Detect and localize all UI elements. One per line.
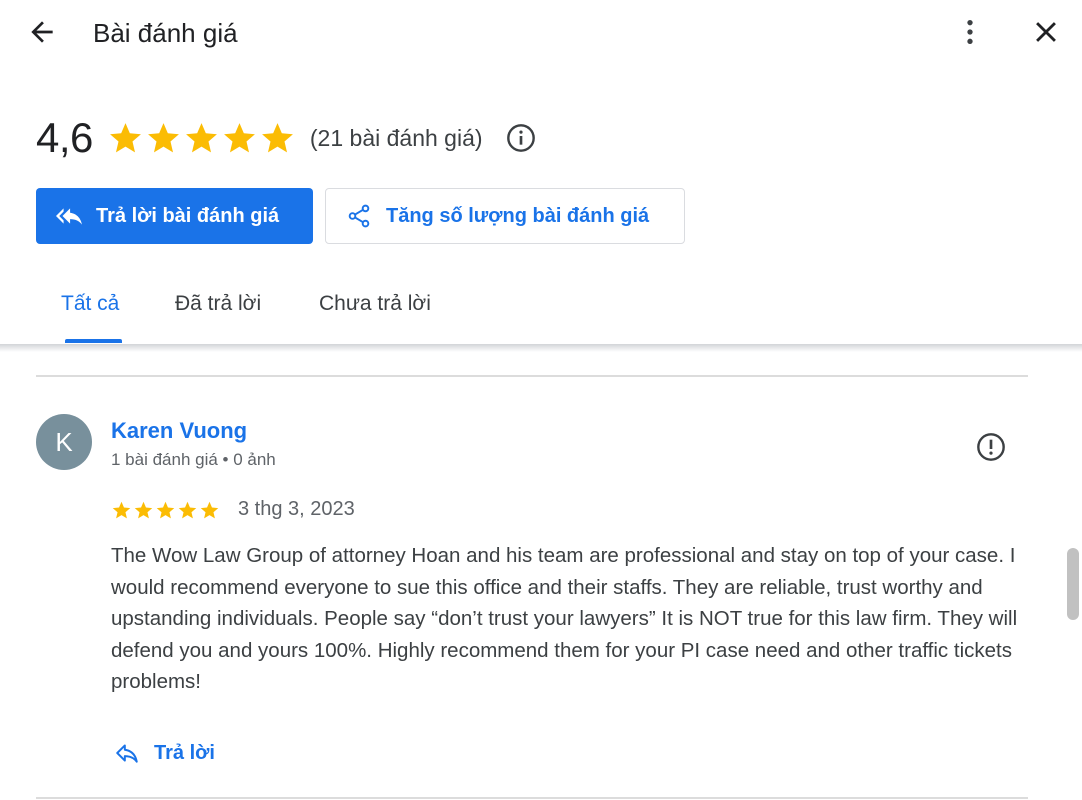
get-more-reviews-label: Tăng số lượng bài đánh giá xyxy=(386,204,650,227)
reviewer-name[interactable]: Karen Vuong xyxy=(111,418,247,444)
arrow-back-icon xyxy=(31,21,53,43)
star-icon xyxy=(134,501,153,519)
tab-all[interactable]: Tất cả xyxy=(61,292,119,316)
avatar[interactable]: K xyxy=(36,414,92,470)
review-stars xyxy=(111,500,220,521)
tab-replied[interactable]: Đã trả lời xyxy=(175,292,261,316)
star-icon xyxy=(147,122,179,152)
page-title: Bài đánh giá xyxy=(93,18,238,48)
star-icon xyxy=(261,122,293,152)
reply-button[interactable]: Trả lời xyxy=(114,736,215,770)
reply-all-icon xyxy=(56,208,82,225)
review-tabs: Tất cả Đã trả lời Chưa trả lời xyxy=(0,272,1082,344)
share-icon xyxy=(348,204,370,228)
reply-reviews-label: Trả lời bài đánh giá xyxy=(96,204,280,227)
review-card: K Karen Vuong 1 bài đánh giá • 0 ảnh 3 t… xyxy=(36,414,1028,794)
report-icon xyxy=(977,433,1005,461)
star-icon xyxy=(156,501,175,519)
divider xyxy=(36,797,1028,799)
info-button[interactable] xyxy=(505,122,537,154)
info-icon xyxy=(506,124,535,152)
reply-label: Trả lời xyxy=(154,741,215,764)
header-shadow xyxy=(0,344,1082,352)
review-count: (21 bài đánh giá) xyxy=(309,124,483,151)
star-icon xyxy=(178,501,197,519)
back-button[interactable] xyxy=(22,12,62,52)
reviewer-meta: 1 bài đánh giá • 0 ảnh xyxy=(111,450,276,469)
average-rating: 4,6 xyxy=(36,114,93,161)
star-icon xyxy=(109,122,141,152)
review-text: The Wow Law Group of attorney Hoan and h… xyxy=(111,544,1018,693)
reply-icon xyxy=(116,744,138,763)
get-more-reviews-button[interactable]: Tăng số lượng bài đánh giá xyxy=(325,188,685,244)
divider xyxy=(36,375,1028,377)
rating-summary: 4,6 (21 bài đánh giá) xyxy=(36,112,537,164)
reply-reviews-button[interactable]: Trả lời bài đánh giá xyxy=(36,188,313,244)
rating-stars xyxy=(107,120,296,157)
active-tab-indicator xyxy=(65,339,122,343)
report-button[interactable] xyxy=(972,428,1010,466)
star-icon xyxy=(112,501,131,519)
top-bar: Bài đánh giá xyxy=(0,0,1082,66)
star-icon xyxy=(185,122,217,152)
star-icon xyxy=(223,122,255,152)
review-date: 3 thg 3, 2023 xyxy=(238,498,355,520)
scrollbar-thumb[interactable] xyxy=(1067,548,1079,620)
close-icon xyxy=(1036,22,1056,42)
more-options-button[interactable] xyxy=(950,12,990,52)
tab-unreplied[interactable]: Chưa trả lời xyxy=(319,292,431,316)
close-button[interactable] xyxy=(1026,12,1066,52)
star-icon xyxy=(200,501,219,519)
more-vert-icon xyxy=(967,20,973,44)
